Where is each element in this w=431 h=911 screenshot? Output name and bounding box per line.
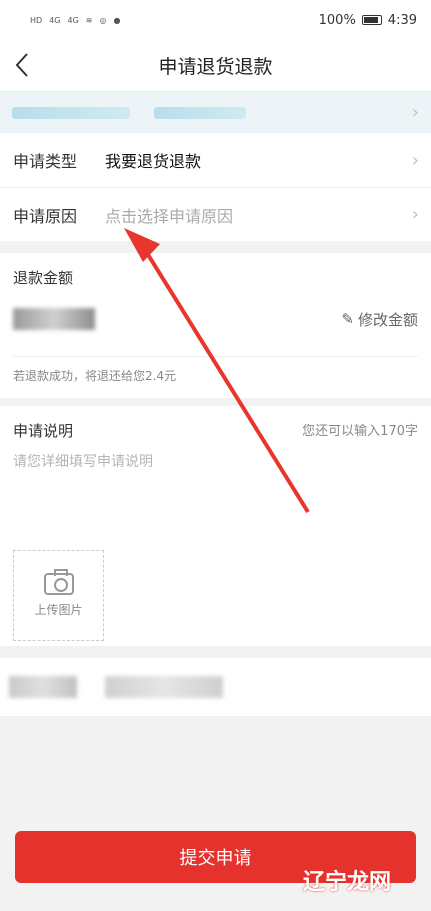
request-reason-label: 申请原因 <box>13 206 78 226</box>
refund-note: 若退款成功，将退还给您2.4元 <box>13 356 418 384</box>
explain-section: 申请说明 您还可以输入170字 请您详细填写申请说明 上传图片 <box>0 398 431 646</box>
chevron-right-icon: › <box>411 149 419 171</box>
contact-row[interactable] <box>0 658 431 716</box>
request-type-value: 我要退货退款 <box>105 152 202 171</box>
edit-amount-label: 修改金额 <box>357 310 418 329</box>
battery-text: 100% <box>318 12 356 28</box>
blurred-contact-label <box>9 676 77 698</box>
chevron-right-icon: › <box>411 204 419 225</box>
edit-amount-button[interactable]: ✎ 修改金额 <box>341 309 418 330</box>
camera-icon <box>43 569 74 595</box>
blurred-contact-value <box>105 676 223 698</box>
battery-icon <box>361 15 382 25</box>
refund-amount-label: 退款金额 <box>13 269 74 287</box>
request-reason-row[interactable]: 申请原因 点击选择申请原因 › <box>0 187 431 241</box>
wifi-icon: ≋ <box>85 15 93 25</box>
app-header: 申请退货退款 <box>0 40 431 91</box>
request-reason-placeholder: 点击选择申请原因 <box>105 206 234 226</box>
char-counter: 您还可以输入170字 <box>302 424 418 439</box>
upload-image-button[interactable]: 上传图片 <box>13 550 104 641</box>
signal-icon-2: 4G <box>67 15 79 25</box>
blurred-product-info-2 <box>154 106 246 119</box>
pencil-icon: ✎ <box>341 310 354 328</box>
product-banner[interactable]: › <box>0 91 431 133</box>
blurred-amount <box>13 308 95 330</box>
status-bar: HD 4G 4G ≋ ◎ ● 100% 4:39 <box>0 0 431 40</box>
explain-label: 申请说明 <box>13 422 74 440</box>
chevron-right-icon: › <box>411 102 419 123</box>
request-type-row[interactable]: 申请类型 我要退货退款 › <box>0 133 431 187</box>
watermark: 辽宁龙网 <box>302 870 391 895</box>
signal-icon: 4G <box>49 15 61 25</box>
explain-textarea[interactable]: 请您详细填写申请说明 <box>13 451 418 471</box>
clock: 4:39 <box>387 12 417 28</box>
request-type-label: 申请类型 <box>13 152 78 171</box>
chat-icon: ● <box>113 15 121 25</box>
blurred-product-info <box>12 106 130 119</box>
status-icons: HD 4G 4G ≋ ◎ ● <box>30 16 120 25</box>
page-title: 申请退货退款 <box>158 56 273 78</box>
upload-image-label: 上传图片 <box>34 603 83 617</box>
request-form: 申请类型 我要退货退款 › 申请原因 点击选择申请原因 › <box>0 133 431 241</box>
divider <box>0 241 431 253</box>
refund-section: 退款金额 ✎ 修改金额 若退款成功，将退还给您2.4元 <box>0 253 431 398</box>
chevron-left-icon[interactable] <box>14 52 38 83</box>
camera-icon: ◎ <box>99 15 107 25</box>
hd-icon: HD <box>30 15 43 25</box>
